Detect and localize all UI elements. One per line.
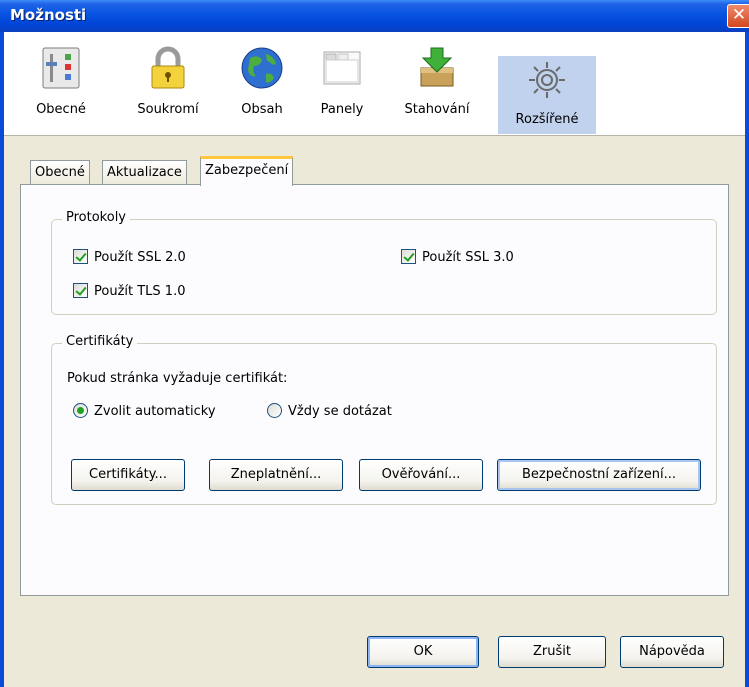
protocols-legend: Protokoly [62, 210, 130, 225]
toolbar-label-tabs: Panely [320, 102, 364, 117]
security-devices-button[interactable]: Bezpečnostní zařízení... [497, 459, 701, 491]
tab-updates[interactable]: Aktualizace [102, 160, 187, 186]
radio-select-automatically[interactable]: Zvolit automaticky [73, 403, 216, 419]
tls1-label: Použít TLS 1.0 [94, 284, 186, 299]
protocols-group: Protokoly [51, 210, 717, 315]
category-toolbar: Obecné Soukromí Obsah Panely Stahování R… [4, 32, 745, 136]
tabs-window-icon [323, 51, 361, 85]
ok-button[interactable]: OK [367, 636, 479, 668]
radio-always-ask[interactable]: Vždy se dotázat [267, 403, 392, 419]
toolbar-label-privacy: Soukromí [137, 102, 199, 117]
cancel-button[interactable]: Zrušit [498, 636, 606, 668]
general-icon [42, 47, 80, 89]
tab-label-general: Obecné [35, 165, 85, 180]
toolbar-item-privacy[interactable]: Soukromí [128, 40, 208, 130]
lock-icon [151, 46, 185, 89]
radio-unselected-icon [267, 403, 282, 418]
view-certificates-button[interactable]: Certifikáty... [71, 459, 185, 491]
radio-selected-icon [73, 403, 88, 418]
ssl3-checkbox[interactable]: Použít SSL 3.0 [401, 249, 514, 265]
tab-general[interactable]: Obecné [30, 160, 90, 186]
tls1-checkbox[interactable]: Použít TLS 1.0 [73, 283, 185, 299]
tab-label-security: Zabezpečení [205, 163, 289, 178]
close-button[interactable]: ✕ [727, 4, 749, 28]
radio-auto-label: Zvolit automaticky [94, 404, 216, 419]
verification-button[interactable]: Ověřování... [359, 459, 483, 491]
options-dialog: Možnosti ✕ Obecné Soukromí Obsah Panely … [0, 0, 749, 687]
toolbar-item-advanced[interactable]: Rozšířené [498, 56, 596, 134]
revocation-lists-button[interactable]: Zneplatnění... [209, 459, 343, 491]
ssl2-checkbox[interactable]: Použít SSL 2.0 [73, 249, 186, 265]
certificate-prompt: Pokud stránka vyžaduje certifikát: [67, 371, 288, 386]
security-panel: Protokoly Použít SSL 2.0 Použít SSL 3.0 … [20, 184, 729, 596]
help-button[interactable]: Nápověda [620, 636, 724, 668]
toolbar-item-general[interactable]: Obecné [28, 40, 94, 130]
download-icon [420, 47, 454, 87]
tab-security[interactable]: Zabezpečení [200, 156, 294, 186]
certificates-legend: Certifikáty [62, 334, 138, 349]
toolbar-item-tabs[interactable]: Panely [310, 40, 374, 130]
gear-icon [529, 62, 565, 98]
toolbar-item-content[interactable]: Obsah [230, 40, 294, 130]
checkbox-checked-icon [73, 249, 88, 264]
checkbox-checked-icon [401, 249, 416, 264]
toolbar-item-downloads[interactable]: Stahování [394, 40, 480, 130]
window-title: Možnosti [10, 6, 87, 24]
title-bar[interactable]: Možnosti ✕ [0, 0, 749, 32]
tab-label-updates: Aktualizace [107, 165, 182, 180]
toolbar-label-advanced: Rozšířené [515, 112, 579, 127]
ssl2-label: Použít SSL 2.0 [94, 250, 186, 265]
close-icon: ✕ [731, 5, 747, 25]
ssl3-label: Použít SSL 3.0 [422, 250, 514, 265]
radio-ask-label: Vždy se dotázat [288, 404, 392, 419]
checkbox-checked-icon [73, 283, 88, 298]
toolbar-label-content: Obsah [241, 102, 283, 117]
toolbar-label-downloads: Stahování [404, 102, 470, 117]
globe-icon [241, 47, 283, 89]
toolbar-label-general: Obecné [36, 102, 86, 117]
